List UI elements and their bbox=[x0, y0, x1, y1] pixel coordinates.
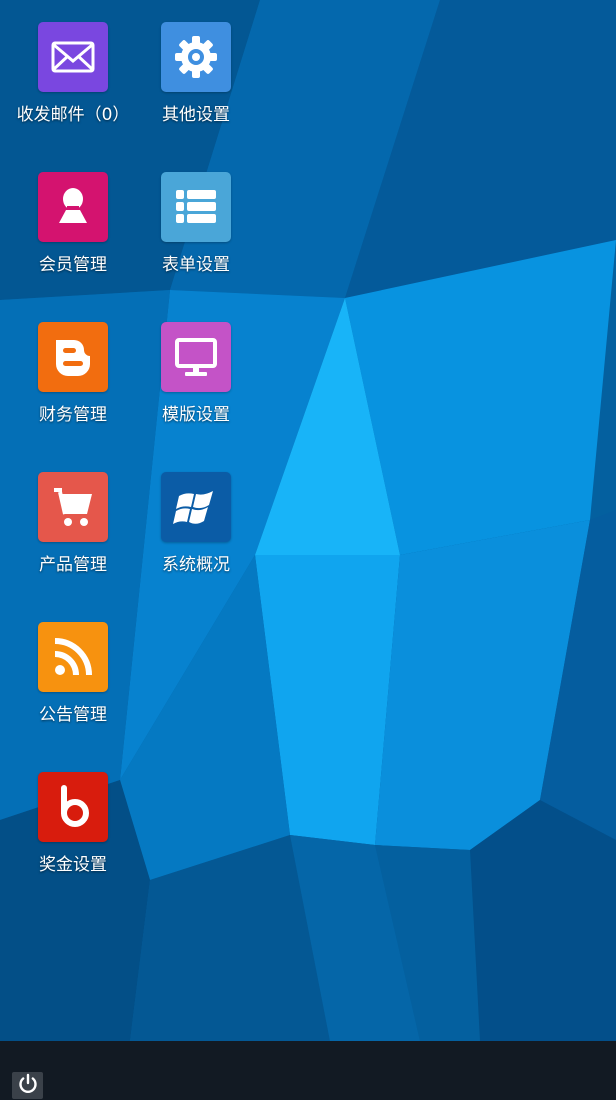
desktop-icon-other-settings[interactable]: 其他设置 bbox=[136, 22, 256, 152]
blogger-icon bbox=[48, 332, 98, 382]
desktop-icon-label: 会员管理 bbox=[39, 255, 107, 275]
bing-icon bbox=[49, 783, 97, 831]
desktop-icon-announcements[interactable]: 公告管理 bbox=[13, 622, 133, 752]
finance-tile bbox=[38, 322, 108, 392]
member-tile bbox=[38, 172, 108, 242]
form-tile bbox=[161, 172, 231, 242]
desktop: 收发邮件（0） 会员管理 财务管理 产品管理 公告管理 奖金设置 其他设置 表单… bbox=[0, 0, 616, 1100]
desktop-icon-label: 财务管理 bbox=[39, 405, 107, 425]
taskbar bbox=[0, 1041, 616, 1100]
power-icon bbox=[17, 1073, 39, 1099]
template-tile bbox=[161, 322, 231, 392]
desktop-icon-label: 奖金设置 bbox=[39, 855, 107, 875]
desktop-icon-finance[interactable]: 财务管理 bbox=[13, 322, 133, 452]
desktop-icon-label: 模版设置 bbox=[162, 405, 230, 425]
bonus-tile bbox=[38, 772, 108, 842]
gear-icon bbox=[171, 32, 221, 82]
list-icon bbox=[172, 183, 220, 231]
monitor-icon bbox=[171, 332, 221, 382]
member-icon bbox=[49, 183, 97, 231]
desktop-icon-label: 系统概况 bbox=[162, 555, 230, 575]
desktop-icon-mail[interactable]: 收发邮件（0） bbox=[13, 22, 133, 152]
cart-icon bbox=[48, 482, 98, 532]
power-button[interactable] bbox=[12, 1072, 43, 1099]
system-tile bbox=[161, 472, 231, 542]
settings-tile bbox=[161, 22, 231, 92]
desktop-icon-label: 产品管理 bbox=[39, 555, 107, 575]
desktop-icon-label: 其他设置 bbox=[162, 105, 230, 125]
desktop-icon-system-overview[interactable]: 系统概况 bbox=[136, 472, 256, 602]
desktop-icon-label: 公告管理 bbox=[39, 705, 107, 725]
desktop-icon-template-settings[interactable]: 模版设置 bbox=[136, 322, 256, 452]
desktop-icon-bonus[interactable]: 奖金设置 bbox=[13, 772, 133, 902]
rss-icon bbox=[49, 633, 97, 681]
desktop-icon-form-settings[interactable]: 表单设置 bbox=[136, 172, 256, 302]
desktop-icon-members[interactable]: 会员管理 bbox=[13, 172, 133, 302]
products-tile bbox=[38, 472, 108, 542]
mail-icon bbox=[49, 33, 97, 81]
desktop-icon-label: 表单设置 bbox=[162, 255, 230, 275]
announcements-tile bbox=[38, 622, 108, 692]
desktop-icon-products[interactable]: 产品管理 bbox=[13, 472, 133, 602]
windows-icon bbox=[171, 482, 221, 532]
desktop-icon-label: 收发邮件（0） bbox=[16, 105, 130, 125]
mail-tile bbox=[38, 22, 108, 92]
